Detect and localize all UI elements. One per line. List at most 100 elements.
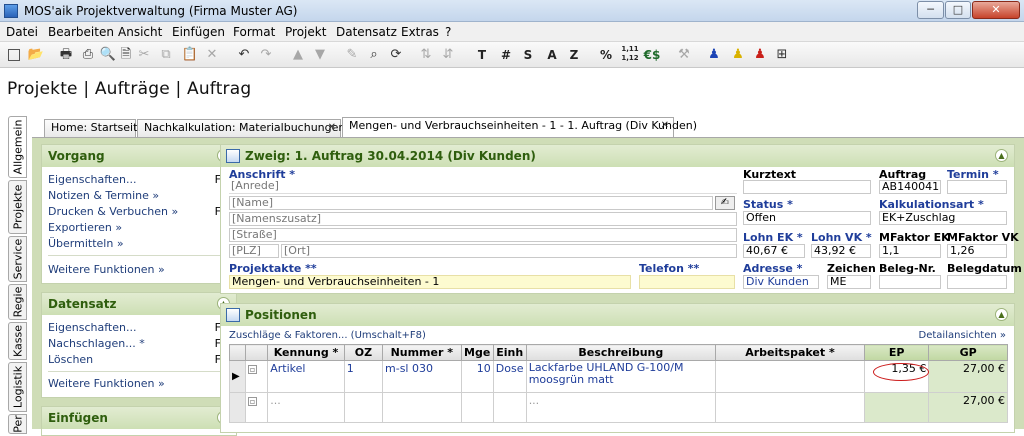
close-button[interactable]: ✕	[972, 1, 1020, 19]
sort-desc-icon[interactable]: ⇵	[438, 45, 458, 65]
side-tab-service[interactable]: Service	[8, 236, 27, 282]
lohn-ek-field[interactable]: 40,67 €	[743, 244, 805, 258]
belegdatum-field[interactable]	[947, 275, 1007, 289]
strasse-field[interactable]: [Straße]	[229, 228, 737, 242]
projektakte-field[interactable]: Mengen- und Verbrauchseinheiten - 1	[229, 275, 631, 289]
cell-beschreibung[interactable]: ...	[525, 392, 716, 423]
belegnr-field[interactable]	[879, 275, 941, 289]
user-yellow-icon[interactable]: ♟	[728, 45, 748, 65]
undo-icon[interactable]: ↶	[234, 45, 254, 65]
cell-beschreibung[interactable]: Lackfarbe UHLAND G-100/M moosgrün matt	[525, 360, 716, 393]
tab-mengen-verbrauchseinheiten[interactable]: Mengen- und Verbrauchseinheiten - 1 - 1.…	[342, 117, 697, 137]
cell-einh[interactable]: Dose	[492, 360, 527, 393]
col-gp[interactable]: GP	[928, 344, 1008, 361]
side-tab-logistik[interactable]: Logistik	[8, 362, 27, 412]
print-preview-icon[interactable]: ⎙	[78, 45, 98, 65]
cell-arbeitspaket[interactable]	[714, 360, 865, 393]
move-down-icon[interactable]: ▼	[310, 45, 330, 65]
termin-field[interactable]	[947, 180, 1007, 194]
tab-close-icon[interactable]: ✕	[661, 118, 669, 134]
col-arbeitspaket[interactable]: Arbeitspaket *	[714, 344, 865, 361]
a-button[interactable]: A	[542, 45, 562, 65]
menu-datei[interactable]: Datei	[6, 25, 38, 39]
open-folder-icon[interactable]: 📂	[26, 45, 46, 65]
cell-nummer[interactable]	[382, 392, 462, 423]
preview-icon[interactable]: 🗎	[116, 45, 136, 65]
plz-field[interactable]: [PLZ]	[229, 244, 279, 258]
menu-bearbeiten[interactable]: Bearbeiten	[48, 25, 114, 39]
cut-icon[interactable]: ✂	[134, 45, 154, 65]
col-nummer[interactable]: Nummer *	[382, 344, 462, 361]
mfaktor-vk-field[interactable]: 1,26	[947, 244, 1007, 258]
delete-icon[interactable]: ✕	[202, 45, 222, 65]
menu-format[interactable]: Format	[233, 25, 275, 39]
col-mge[interactable]: Mge	[460, 344, 494, 361]
decimal-button[interactable]: 1,11 1,12	[620, 45, 640, 65]
namenszusatz-field[interactable]: [Namenszusatz]	[229, 212, 737, 226]
table-row[interactable]: ▫ ... ... 27,00 €	[228, 392, 1008, 423]
paste-icon[interactable]: 📋	[180, 45, 200, 65]
side-tab-allgemein[interactable]: Allgemein	[8, 116, 27, 178]
sum-button[interactable]: S	[518, 45, 538, 65]
redo-icon[interactable]: ↷	[256, 45, 276, 65]
kalkulationsart-field[interactable]: EK+Zuschlag	[879, 211, 1007, 225]
lohn-vk-field[interactable]: 43,92 €	[811, 244, 871, 258]
detailansichten-link[interactable]: Detailansichten »	[919, 330, 1006, 341]
layout-icon[interactable]: ⊞	[772, 45, 792, 65]
cell-kennung[interactable]: ...	[267, 392, 345, 423]
side-tab-regie[interactable]: Regie	[8, 284, 27, 320]
side-tab-kasse[interactable]: Kasse	[8, 322, 27, 360]
ort-field[interactable]: [Ort]	[281, 244, 737, 258]
expand-icon[interactable]: ▫	[248, 364, 258, 374]
col-beschreibung[interactable]: Beschreibung	[525, 344, 716, 361]
sort-icon[interactable]: ⇅	[416, 45, 436, 65]
maximize-button[interactable]: □	[945, 1, 971, 19]
col-kennung[interactable]: Kennung *	[267, 344, 345, 361]
user-red-icon[interactable]: ♟	[750, 45, 770, 65]
col-oz[interactable]: OZ	[343, 344, 384, 361]
status-field[interactable]: Offen	[743, 211, 871, 225]
cell-ep[interactable]	[863, 392, 930, 423]
print-icon[interactable]: 🖶	[56, 45, 76, 65]
cell-arbeitspaket[interactable]	[714, 392, 865, 423]
minimize-button[interactable]: ─	[917, 1, 944, 19]
name-field[interactable]: [Name]	[229, 196, 713, 210]
search-icon[interactable]: ⌕	[364, 45, 384, 65]
datensatz-loeschen[interactable]: Löschen	[48, 353, 93, 366]
side-tab-personal[interactable]: Per	[8, 414, 27, 434]
cell-nummer[interactable]: m-sl 030	[382, 360, 462, 393]
mfaktor-ek-field[interactable]: 1,1	[879, 244, 941, 258]
datensatz-weitere-funktionen[interactable]: Weitere Funktionen »	[48, 377, 165, 390]
expand-icon[interactable]: ▫	[248, 396, 258, 406]
cell-kennung[interactable]: Artikel	[267, 360, 345, 393]
new-document-icon[interactable]	[4, 45, 24, 65]
kurztext-field[interactable]	[743, 180, 871, 194]
tools-icon[interactable]: ⚒	[674, 45, 694, 65]
col-einh[interactable]: Einh	[492, 344, 527, 361]
menu-help[interactable]: ?	[445, 25, 451, 39]
cell-einh[interactable]	[492, 392, 527, 423]
datensatz-nachschlagen[interactable]: Nachschlagen... *	[48, 337, 145, 350]
menu-einfuegen[interactable]: Einfügen	[172, 25, 225, 39]
anrede-field[interactable]: [Anrede]	[229, 180, 737, 194]
refresh-icon[interactable]: ⟳	[386, 45, 406, 65]
edit-icon[interactable]: ✎	[342, 45, 362, 65]
user-blue-icon[interactable]: ♟	[704, 45, 724, 65]
menu-extras[interactable]: Extras	[401, 25, 439, 39]
adresse-field[interactable]: Div Kunden	[743, 275, 819, 289]
cell-mge[interactable]	[460, 392, 494, 423]
cell-oz[interactable]	[343, 392, 384, 423]
vorgang-drucken-verbuchen[interactable]: Drucken & Verbuchen »	[48, 205, 178, 218]
z-button[interactable]: Z	[564, 45, 584, 65]
auftrag-field[interactable]: AB140041	[879, 180, 941, 194]
cell-oz[interactable]: 1	[343, 360, 384, 393]
tab-close-icon[interactable]: ✕	[328, 120, 336, 136]
cell-gp[interactable]: 27,00 €	[928, 392, 1008, 423]
currency-button[interactable]: €$	[642, 45, 662, 65]
menu-datensatz[interactable]: Datensatz	[336, 25, 397, 39]
side-tab-projekte[interactable]: Projekte	[8, 180, 27, 234]
vorgang-eigenschaften[interactable]: Eigenschaften...	[48, 173, 136, 186]
datensatz-eigenschaften[interactable]: Eigenschaften...	[48, 321, 136, 334]
cell-gp[interactable]: 27,00 €	[928, 360, 1008, 393]
vorgang-weitere-funktionen[interactable]: Weitere Funktionen »	[48, 263, 165, 276]
